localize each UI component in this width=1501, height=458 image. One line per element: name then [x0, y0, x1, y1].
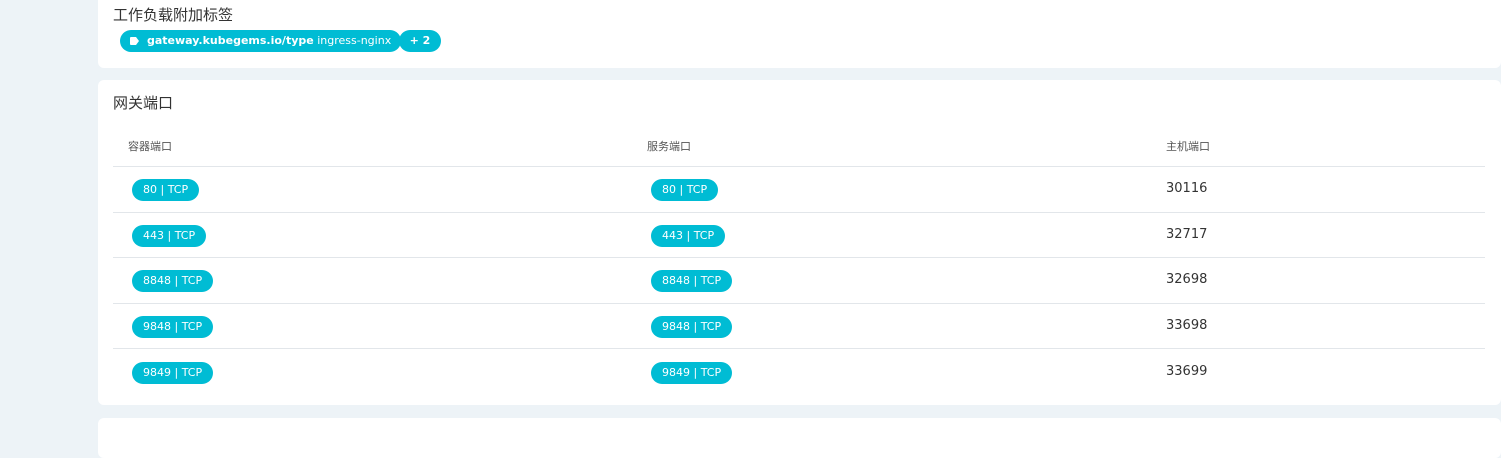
container-port-chip: 80 | TCP [132, 179, 200, 201]
column-header-container-port: 容器端口 [128, 140, 172, 153]
column-header-service-port: 服务端口 [647, 140, 691, 153]
more-labels-chip[interactable]: + 2 [399, 30, 441, 52]
service-port-chip: 8848 | TCP [651, 270, 733, 292]
tag-icon [130, 37, 139, 45]
column-header-host-port: 主机端口 [1166, 140, 1210, 153]
gateway-ports-card: 网关端口 容器端口 服务端口 主机端口 80 | TCP 80 | TCP 30… [98, 80, 1501, 405]
label-chip[interactable]: gateway.kubegems.io/type ingress-nginx [120, 30, 402, 52]
label-value: ingress-nginx [317, 34, 392, 47]
container-port-chip: 443 | TCP [132, 225, 207, 247]
table-row: 9848 | TCP 9848 | TCP 33698 [113, 304, 1485, 349]
label-key: gateway.kubegems.io/type [147, 34, 314, 47]
container-port-chip: 9848 | TCP [132, 316, 214, 338]
service-port-chip: 9848 | TCP [651, 316, 733, 338]
host-port: 30116 [1166, 181, 1208, 196]
workload-labels-card: 工作负载附加标签 gateway.kubegems.io/type ingres… [98, 0, 1501, 68]
table-row: 443 | TCP 443 | TCP 32717 [113, 213, 1485, 258]
next-card [98, 418, 1501, 458]
service-port-chip: 9849 | TCP [651, 362, 733, 384]
host-port: 33698 [1166, 318, 1208, 333]
table-row: 80 | TCP 80 | TCP 30116 [113, 167, 1485, 212]
service-port-chip: 80 | TCP [651, 179, 719, 201]
host-port: 33699 [1166, 364, 1208, 379]
workload-labels-title: 工作负载附加标签 [113, 6, 234, 24]
row-divider [113, 348, 1485, 349]
service-port-chip: 443 | TCP [651, 225, 726, 247]
host-port: 32717 [1166, 227, 1208, 242]
table-row: 8848 | TCP 8848 | TCP 32698 [113, 258, 1485, 303]
table-row: 9849 | TCP 9849 | TCP 33699 [113, 350, 1485, 395]
container-port-chip: 9849 | TCP [132, 362, 214, 384]
host-port: 32698 [1166, 272, 1208, 287]
container-port-chip: 8848 | TCP [132, 270, 214, 292]
gateway-ports-title: 网关端口 [113, 94, 174, 112]
